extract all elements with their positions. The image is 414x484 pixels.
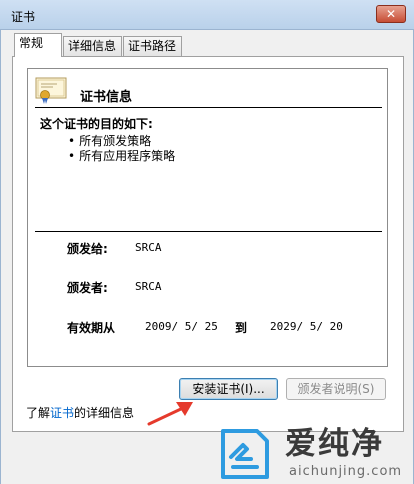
validity-to-label: 到 bbox=[235, 321, 248, 335]
learn-more-prefix: 了解 bbox=[26, 406, 51, 420]
title-bar: 证书 ✕ bbox=[0, 0, 414, 30]
issued-by-value: SRCA bbox=[135, 280, 162, 293]
purpose-heading: 这个证书的目的如下: bbox=[40, 117, 153, 131]
divider bbox=[35, 107, 382, 108]
issued-to-label: 颁发给: bbox=[67, 242, 108, 256]
validity-label: 有效期从 bbox=[67, 321, 116, 335]
tab-label: 证书路径 bbox=[128, 39, 177, 53]
purpose-item: 所有颁发策略 bbox=[68, 134, 175, 149]
certificate-link[interactable]: 证书 bbox=[50, 406, 74, 420]
issued-to-value: SRCA bbox=[135, 241, 162, 254]
window-title: 证书 bbox=[11, 10, 36, 24]
red-arrow-annotation bbox=[147, 402, 193, 426]
tab-general[interactable]: 常规 bbox=[14, 33, 62, 57]
certificate-icon bbox=[35, 77, 67, 104]
learn-more-text: 了解证书的详细信息 bbox=[26, 404, 134, 421]
learn-more-suffix: 的详细信息 bbox=[74, 406, 135, 420]
purpose-list: 所有颁发策略 所有应用程序策略 bbox=[68, 134, 175, 164]
watermark-logo-icon bbox=[221, 429, 269, 479]
valid-to-value: 2029/ 5/ 20 bbox=[270, 320, 343, 333]
issued-by-label: 颁发者: bbox=[67, 281, 108, 295]
close-icon: ✕ bbox=[385, 7, 397, 21]
install-certificate-button[interactable]: 安装证书(I)... bbox=[179, 378, 278, 400]
tab-label: 详细信息 bbox=[68, 39, 117, 53]
watermark-name: 爱纯净 bbox=[285, 426, 384, 462]
close-button[interactable]: ✕ bbox=[376, 5, 406, 23]
tab-certification-path[interactable]: 证书路径 bbox=[123, 36, 182, 56]
issuer-statement-button[interactable]: 颁发者说明(S) bbox=[286, 378, 386, 400]
watermark-url: aichunjing.com bbox=[289, 464, 403, 479]
tab-label: 常规 bbox=[19, 36, 44, 50]
certificate-info-box: 证书信息 这个证书的目的如下: 所有颁发策略 所有应用程序策略 颁发给: SRC… bbox=[27, 68, 388, 367]
tab-details[interactable]: 详细信息 bbox=[63, 36, 122, 56]
valid-from-value: 2009/ 5/ 25 bbox=[145, 320, 218, 333]
purpose-item: 所有应用程序策略 bbox=[68, 149, 175, 164]
watermark: 爱纯净 aichunjing.com bbox=[217, 425, 411, 483]
divider bbox=[35, 231, 382, 232]
certificate-info-title: 证书信息 bbox=[80, 90, 133, 105]
